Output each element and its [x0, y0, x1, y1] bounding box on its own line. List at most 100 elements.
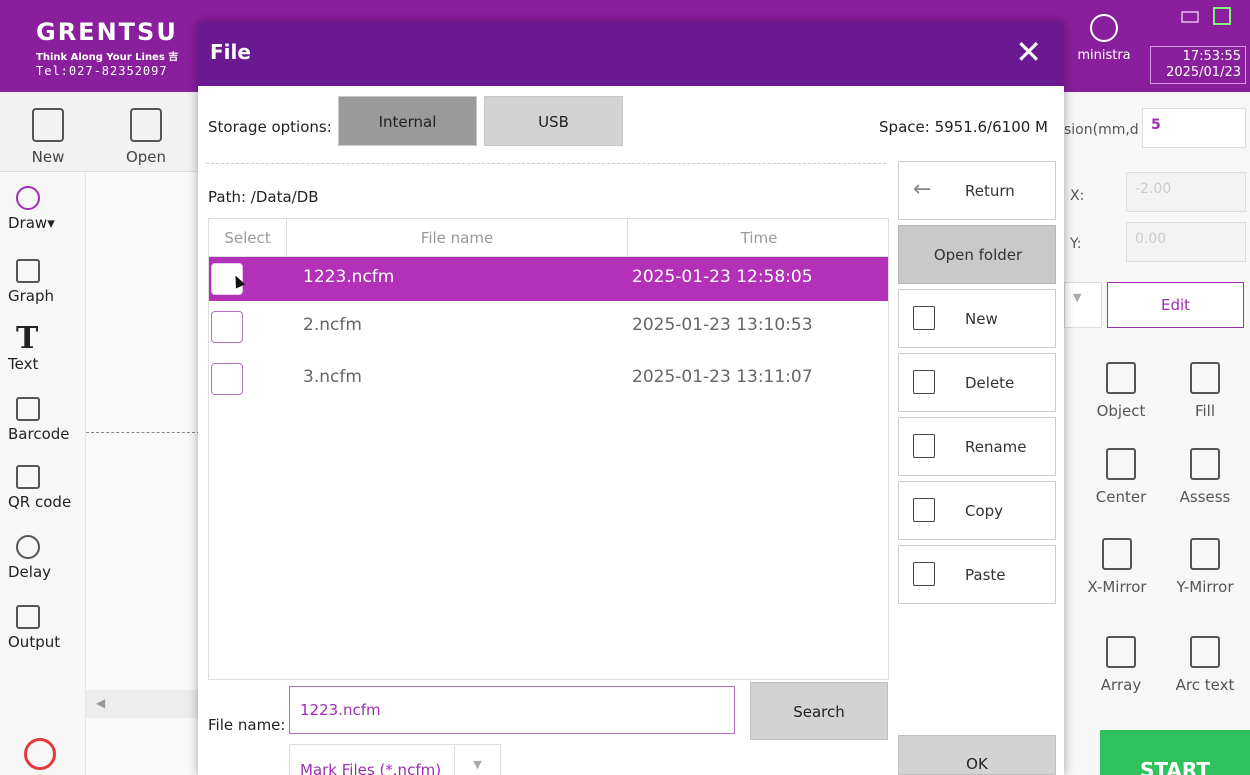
tool-delay[interactable]: Delay — [0, 521, 85, 591]
clock-date: 2025/01/23 — [1166, 65, 1241, 80]
file-type-select[interactable]: Mark Files (*.ncfm) ▼ — [289, 744, 501, 775]
rename-label: Rename — [965, 438, 1027, 456]
scroll-left-arrow[interactable]: ◀ — [86, 690, 200, 718]
tool-output[interactable]: Output — [0, 591, 85, 661]
rename-button[interactable]: Rename — [898, 417, 1056, 476]
tool-draw-label: Draw — [8, 214, 48, 232]
assess-icon — [1190, 448, 1220, 480]
tool-text-label: Text — [8, 355, 39, 373]
paste-label: Paste — [965, 566, 1006, 584]
table-row[interactable]: 1223.ncfm 2025-01-23 12:58:05 — [209, 257, 888, 301]
return-button[interactable]: ← Return — [898, 161, 1056, 220]
brand-slogan: Think Along Your Lines 吉 — [36, 52, 179, 63]
object-icon — [1106, 362, 1136, 394]
tool-delay-label: Delay — [8, 563, 52, 581]
table-row[interactable]: 3.ncfm 2025-01-23 13:11:07 — [209, 353, 888, 405]
user-button[interactable]: ministra — [1066, 14, 1142, 63]
tool-barcode[interactable]: Barcode — [0, 383, 85, 451]
y-input[interactable]: 0.00 — [1126, 222, 1246, 262]
open-folder-label: Open folder — [933, 246, 1023, 264]
open-file-icon — [130, 108, 162, 142]
row-checkbox[interactable] — [211, 363, 243, 395]
tool-array[interactable]: Array — [1090, 636, 1152, 694]
file-type-value: Mark Files (*.ncfm) — [300, 761, 442, 775]
dropdown-chevron[interactable]: ▼ — [1064, 282, 1102, 328]
tool-fill-label: Fill — [1194, 402, 1216, 420]
storage-options: Storage options: Internal USB Space: 595… — [198, 96, 1064, 150]
storage-internal-button[interactable]: Internal — [338, 96, 477, 146]
x-input[interactable]: -2.00 — [1126, 172, 1246, 212]
tool-object-label: Object — [1096, 402, 1146, 420]
paste-icon — [913, 562, 935, 586]
open-file-button[interactable]: Open — [116, 108, 176, 166]
brand-logo: GRENTSU — [36, 18, 178, 46]
row-checkbox[interactable] — [211, 311, 243, 343]
space-info: Space: 5951.6/6100 M — [879, 118, 1048, 136]
file-toolbar: New Open — [0, 92, 200, 172]
row-file-name: 2.ncfm — [303, 315, 362, 335]
column-select: Select — [209, 219, 287, 257]
tool-text[interactable]: T Text — [0, 313, 85, 383]
chevron-down-icon: ▾ — [47, 214, 55, 232]
row-file-time: 2025-01-23 12:58:05 — [632, 267, 813, 287]
tool-output-label: Output — [8, 633, 61, 651]
precision-input[interactable]: 5 — [1142, 108, 1246, 148]
filename-input[interactable]: 1223.ncfm — [289, 686, 735, 734]
delete-icon — [913, 370, 935, 394]
tool-object[interactable]: Object — [1090, 362, 1152, 420]
image-icon — [16, 259, 40, 283]
storage-usb-button[interactable]: USB — [484, 96, 623, 146]
edit-button[interactable]: Edit — [1107, 282, 1244, 328]
tool-qrcode-label: QR code — [8, 493, 72, 511]
search-button[interactable]: Search — [750, 682, 888, 740]
canvas-dashed-line — [86, 432, 200, 433]
array-icon — [1106, 636, 1136, 668]
status-icons — [1160, 6, 1240, 36]
clock: 17:53:55 2025/01/23 — [1150, 46, 1246, 84]
row-file-name: 3.ncfm — [303, 367, 362, 387]
new-file-button[interactable]: New — [18, 108, 78, 166]
rename-icon — [913, 434, 935, 458]
open-folder-button[interactable]: Open folder — [898, 225, 1056, 284]
filename-row: File name: 1223.ncfm Search — [198, 680, 1064, 740]
return-label: Return — [965, 182, 1015, 200]
top-right-area: ministra 17:53:55 2025/01/23 — [1058, 0, 1250, 92]
column-time: Time — [740, 229, 778, 247]
tool-y-mirror[interactable]: Y-Mirror — [1174, 538, 1236, 596]
left-tool-panel: Draw▾ Graph T Text Barcode QR code Delay… — [0, 172, 86, 775]
paste-button[interactable]: Paste — [898, 545, 1056, 604]
row-file-time: 2025-01-23 13:10:53 — [632, 315, 813, 335]
battery-icon — [1181, 11, 1199, 23]
tool-graph[interactable]: Graph — [0, 245, 85, 313]
dialog-title: File — [210, 40, 251, 64]
connection-icon — [1213, 7, 1231, 25]
arc-text-icon — [1190, 636, 1220, 668]
tool-arc-text[interactable]: Arc text — [1174, 636, 1236, 694]
tool-x-mirror[interactable]: X-Mirror — [1086, 538, 1148, 596]
arrow-left-icon: ← — [913, 177, 932, 202]
new-file-label: New — [31, 148, 65, 166]
y-mirror-icon — [1190, 538, 1220, 570]
delete-label: Delete — [965, 374, 1015, 392]
new-document-icon — [913, 306, 935, 330]
tool-center[interactable]: Center — [1090, 448, 1152, 506]
tool-assess[interactable]: Assess — [1174, 448, 1236, 506]
new-button[interactable]: New — [898, 289, 1056, 348]
start-button[interactable]: START — [1100, 730, 1250, 775]
tool-qrcode[interactable]: QR code — [0, 451, 85, 521]
close-icon[interactable]: ✕ — [1015, 36, 1042, 68]
tool-fill[interactable]: Fill — [1174, 362, 1236, 420]
copy-button[interactable]: Copy — [898, 481, 1056, 540]
reset-icon[interactable] — [24, 738, 56, 770]
tool-draw[interactable]: Draw▾ — [0, 172, 85, 245]
right-property-panel: sion(mm,d 5 X: -2.00 Y: 0.00 ▼ Edit Obje… — [1062, 92, 1250, 775]
center-icon — [1106, 448, 1136, 480]
file-table: Select File name Time 1223.ncfm 2025-01-… — [208, 218, 889, 680]
new-label: New — [965, 310, 998, 328]
tool-y-mirror-label: Y-Mirror — [1176, 578, 1234, 596]
x-mirror-icon — [1102, 538, 1132, 570]
ok-button[interactable]: OK — [898, 735, 1056, 775]
delete-button[interactable]: Delete — [898, 353, 1056, 412]
table-row[interactable]: 2.ncfm 2025-01-23 13:10:53 — [209, 301, 888, 353]
design-canvas[interactable]: ◀ — [86, 172, 200, 775]
